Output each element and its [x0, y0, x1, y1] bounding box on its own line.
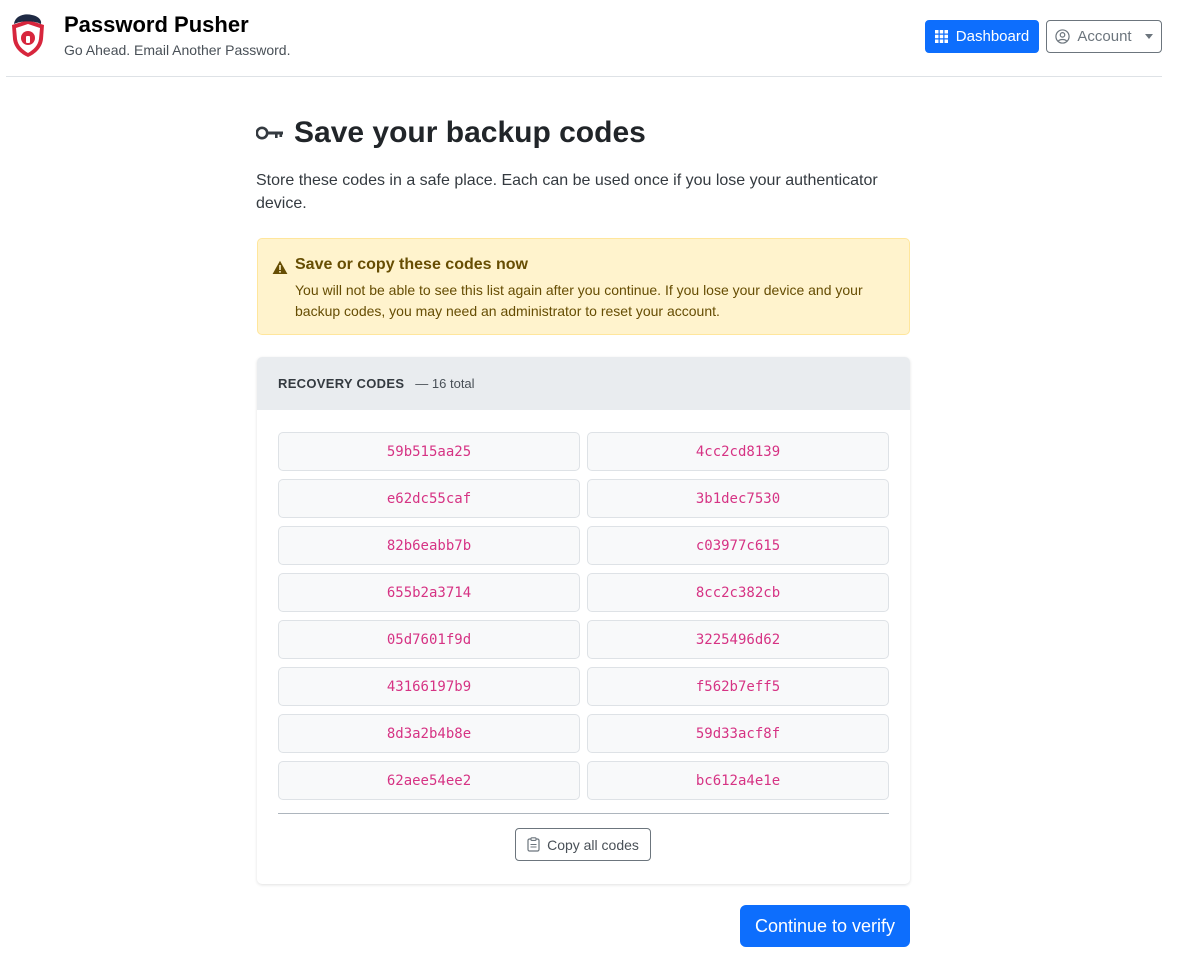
recovery-codes-card: RECOVERY CODES — 16 total 59b515aa25 4cc…	[257, 357, 910, 884]
recovery-code[interactable]: 4cc2cd8139	[587, 432, 889, 471]
recovery-code[interactable]: bc612a4e1e	[587, 761, 889, 800]
brand-tagline: Go Ahead. Email Another Password.	[64, 42, 291, 58]
warning-alert: Save or copy these codes now You will no…	[257, 238, 910, 335]
recovery-code[interactable]: 43166197b9	[278, 667, 580, 706]
recovery-code[interactable]: 8d3a2b4b8e	[278, 714, 580, 753]
copy-all-codes-label: Copy all codes	[547, 836, 639, 853]
page-heading: Save your backup codes	[294, 116, 646, 149]
brand-name[interactable]: Password Pusher	[64, 12, 249, 38]
recovery-codes-label: RECOVERY CODES	[278, 376, 405, 391]
recovery-code[interactable]: 59d33acf8f	[587, 714, 889, 753]
alert-body: You will not be able to see this list ag…	[295, 282, 863, 319]
key-icon	[256, 126, 283, 140]
dashboard-label: Dashboard	[955, 28, 1030, 45]
recovery-code[interactable]: 62aee54ee2	[278, 761, 580, 800]
recovery-code[interactable]: 3225496d62	[587, 620, 889, 659]
clipboard-icon	[527, 837, 540, 852]
recovery-code[interactable]: f562b7eff5	[587, 667, 889, 706]
intro-text: Store these codes in a safe place. Each …	[256, 172, 878, 212]
grid-icon	[934, 30, 948, 43]
navbar: Password Pusher Go Ahead. Email Another …	[0, 0, 1200, 77]
recovery-code[interactable]: 82b6eabb7b	[278, 526, 580, 565]
dashboard-button[interactable]: Dashboard	[925, 20, 1039, 53]
card-header: RECOVERY CODES — 16 total	[257, 357, 910, 410]
shield-lock-logo-icon[interactable]	[8, 12, 48, 58]
recovery-code[interactable]: 655b2a3714	[278, 573, 580, 612]
header-divider	[6, 76, 1162, 77]
alert-title: Save or copy these codes now	[295, 256, 528, 273]
account-dropdown-button[interactable]: Account	[1046, 20, 1162, 53]
person-circle-icon	[1055, 29, 1071, 44]
copy-all-codes-button[interactable]: Copy all codes	[515, 828, 651, 861]
card-divider	[278, 813, 889, 814]
codes-grid: 59b515aa25 4cc2cd8139 e62dc55caf 3b1dec7…	[278, 432, 889, 800]
account-label: Account	[1077, 28, 1132, 45]
page-title: Save your backup codes	[256, 116, 646, 150]
recovery-code[interactable]: c03977c615	[587, 526, 889, 565]
recovery-code[interactable]: e62dc55caf	[278, 479, 580, 518]
recovery-code[interactable]: 59b515aa25	[278, 432, 580, 471]
recovery-codes-count: — 16 total	[415, 376, 475, 391]
recovery-code[interactable]: 8cc2c382cb	[587, 573, 889, 612]
continue-to-verify-button[interactable]: Continue to verify	[740, 905, 910, 947]
warning-triangle-icon	[272, 260, 288, 274]
recovery-code[interactable]: 05d7601f9d	[278, 620, 580, 659]
chevron-down-icon	[1144, 34, 1153, 39]
recovery-code[interactable]: 3b1dec7530	[587, 479, 889, 518]
